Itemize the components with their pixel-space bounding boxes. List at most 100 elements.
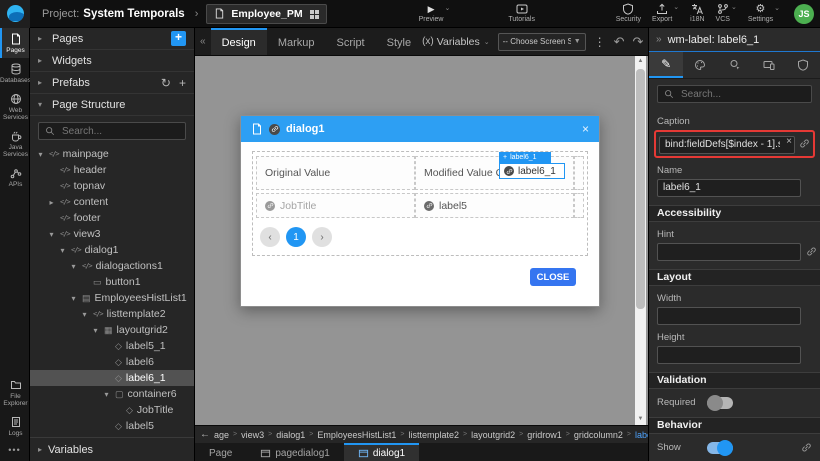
grid-cell-original-value[interactable]: Original Value — [256, 156, 415, 190]
tab-properties[interactable]: ✎ — [649, 52, 683, 78]
tab-security[interactable] — [786, 52, 820, 78]
breadcrumb-item-listtemplate2[interactable]: listtemplate2 — [408, 430, 459, 440]
section-pages[interactable]: ▸ Pages + — [30, 28, 194, 50]
settings-button[interactable]: ⚙Settings ⌄ — [748, 4, 780, 24]
scroll-down-icon[interactable]: ▼ — [635, 414, 646, 425]
close-button[interactable]: CLOSE — [530, 268, 576, 286]
expand-arrow-icon[interactable]: ▾ — [69, 262, 78, 271]
add-prefab-button[interactable]: + — [179, 77, 186, 89]
expand-arrow-icon[interactable]: ▾ — [58, 246, 67, 255]
section-prefabs[interactable]: ▸ Prefabs ↻ + — [30, 72, 194, 94]
rail-item-logs[interactable]: Logs — [0, 411, 29, 441]
screen-size-select[interactable]: -- Choose Screen Size -- ▼ — [498, 33, 586, 51]
tree-item-topnav[interactable]: </>topnav — [30, 178, 194, 194]
list-widget[interactable]: Original Value Modified Value On : + lab… — [252, 151, 588, 256]
scrollbar-thumb[interactable] — [636, 69, 645, 309]
clear-icon[interactable]: × — [786, 136, 792, 147]
tree-item-layoutgrid2[interactable]: ▾▦layoutgrid2 — [30, 322, 194, 338]
expand-arrow-icon[interactable]: ▾ — [80, 310, 89, 319]
breadcrumb-item-layoutgrid2[interactable]: layoutgrid2 — [471, 430, 515, 440]
tab-design[interactable]: Design — [211, 28, 267, 55]
selected-widget-overlay[interactable]: + label6_1 label6_1 — [499, 152, 565, 179]
grid-cell-label5[interactable]: label5 — [415, 193, 574, 218]
properties-search-input[interactable] — [679, 88, 805, 101]
collapse-left-panel-button[interactable]: « — [195, 28, 211, 55]
height-input[interactable] — [657, 346, 801, 364]
pagination-prev-button[interactable]: ‹ — [260, 227, 280, 247]
wavemaker-logo[interactable] — [0, 0, 30, 28]
tree-item-label5[interactable]: ◇label5 — [30, 418, 194, 434]
structure-search-input[interactable] — [60, 125, 179, 138]
scroll-up-icon[interactable]: ▲ — [635, 56, 646, 67]
add-page-button[interactable]: + — [171, 31, 186, 46]
tree-item-mainpage[interactable]: ▾</>mainpage — [30, 146, 194, 162]
required-toggle[interactable] — [707, 397, 733, 409]
expand-arrow-icon[interactable]: ▸ — [47, 198, 56, 207]
breadcrumb-item-gridcolumn2[interactable]: gridcolumn2 — [574, 430, 623, 440]
tutorials-button[interactable]: Tutorials — [508, 3, 535, 24]
grid-cell-jobtitle[interactable]: JobTitle — [256, 193, 415, 218]
breadcrumb-item-gridrow1[interactable]: gridrow1 — [527, 430, 562, 440]
section-variables[interactable]: ▸ Variables — [30, 437, 194, 461]
bind-link-icon[interactable] — [806, 246, 817, 257]
tree-item-button1[interactable]: ▭button1 — [30, 274, 194, 290]
preview-button[interactable]: ▶Preview ⌄ — [419, 4, 451, 24]
dialog1-widget[interactable]: dialog1 × Original Value Modified Value … — [240, 115, 600, 307]
section-page-structure[interactable]: ▾ Page Structure — [30, 94, 194, 116]
label6_1-widget[interactable]: label6_1 — [499, 163, 565, 179]
name-input[interactable] — [657, 179, 801, 197]
grid-cell-modified-value[interactable]: Modified Value On : + label6_1 — [415, 156, 574, 190]
breadcrumb-item-label6_1[interactable]: label6_1 — [635, 430, 648, 440]
tree-item-label6_1[interactable]: ◇label6_1 — [30, 370, 194, 386]
export-button[interactable]: Export ⌄ — [652, 3, 679, 24]
tree-item-label6[interactable]: ◇label6 — [30, 354, 194, 370]
tab-inspect[interactable] — [717, 52, 751, 78]
rail-item-java-services[interactable]: Java Services — [0, 125, 29, 162]
tree-item-header[interactable]: </>header — [30, 162, 194, 178]
rail-item-pages[interactable]: Pages — [0, 28, 29, 58]
breadcrumb-item-age[interactable]: age — [214, 430, 229, 440]
width-input[interactable] — [657, 307, 801, 325]
bind-link-icon[interactable] — [799, 138, 810, 149]
breadcrumb-back-icon[interactable]: ← — [200, 429, 210, 440]
tab-page[interactable]: Page — [195, 443, 246, 461]
tab-dialog1[interactable]: dialog1 — [344, 443, 419, 461]
section-widgets[interactable]: ▸ Widgets — [30, 50, 194, 72]
expand-arrow-icon[interactable]: ▾ — [102, 390, 111, 399]
breadcrumb-item-view3[interactable]: view3 — [241, 430, 264, 440]
rail-item-web-services[interactable]: Web Services — [0, 88, 29, 125]
redo-button[interactable]: ↷ — [633, 35, 644, 48]
expand-arrow-icon[interactable]: ▾ — [36, 150, 45, 159]
more-options-icon[interactable]: ••• — [0, 441, 29, 461]
tree-item-label5_1[interactable]: ◇label5_1 — [30, 338, 194, 354]
dialog-header[interactable]: dialog1 × — [241, 116, 599, 142]
tree-item-container6[interactable]: ▾▢container6 — [30, 386, 194, 402]
expand-arrow-icon[interactable]: ▾ — [91, 326, 100, 335]
i18n-button[interactable]: i18N — [690, 3, 704, 24]
canvas-scrollbar[interactable]: ▲ ▼ — [635, 56, 646, 425]
rail-item-databases[interactable]: Databases — [0, 58, 29, 88]
bind-link-icon[interactable] — [801, 442, 812, 453]
collapse-right-panel-button[interactable]: » — [656, 34, 662, 45]
tab-styles[interactable] — [683, 52, 717, 78]
rail-item-apis[interactable]: APIs — [0, 162, 29, 192]
variables-button[interactable]: (x) Variables ⌄ — [422, 36, 490, 48]
tree-item-listtemplate2[interactable]: ▾</>listtemplate2 — [30, 306, 194, 322]
security-button[interactable]: Security — [616, 3, 641, 24]
rail-item-file-explorer[interactable]: File Explorer — [0, 374, 29, 411]
breadcrumb-item-EmployeesHistList1[interactable]: EmployeesHistList1 — [317, 430, 396, 440]
pagination-page-1[interactable]: 1 — [286, 227, 306, 247]
tree-item-JobTitle[interactable]: ◇JobTitle — [30, 402, 194, 418]
tree-item-dialog1[interactable]: ▾</>dialog1 — [30, 242, 194, 258]
tab-script[interactable]: Script — [326, 28, 376, 55]
expand-arrow-icon[interactable]: ▾ — [47, 230, 56, 239]
page-switcher[interactable]: Employee_PM — [206, 4, 326, 24]
vcs-button[interactable]: VCS ⌄ — [716, 3, 737, 24]
hint-input[interactable] — [657, 243, 801, 261]
tree-item-dialogactions1[interactable]: ▾</>dialogactions1 — [30, 258, 194, 274]
caption-input[interactable] — [659, 136, 795, 154]
expand-arrow-icon[interactable]: ▾ — [69, 294, 78, 303]
tab-style[interactable]: Style — [376, 28, 422, 55]
undo-button[interactable]: ↶ — [614, 35, 625, 48]
design-canvas[interactable]: dialog1 × Original Value Modified Value … — [195, 56, 648, 425]
